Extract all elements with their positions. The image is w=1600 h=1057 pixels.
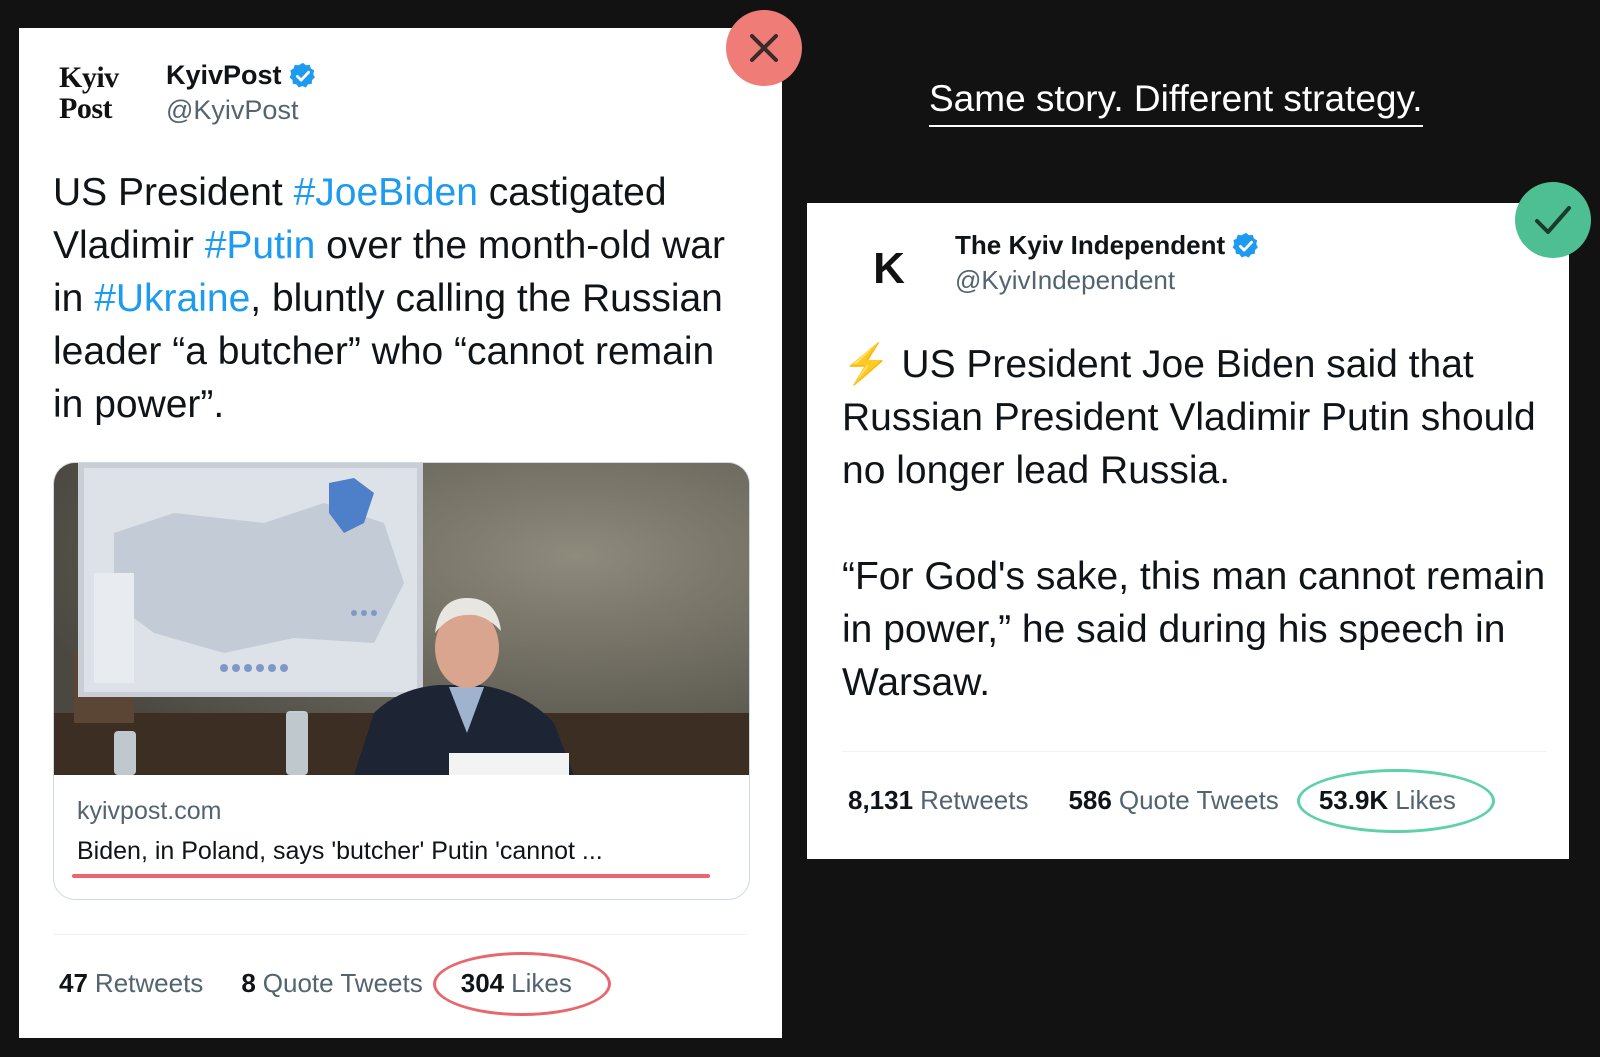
- author-name[interactable]: KyivPost: [166, 60, 282, 91]
- retweets-count: 47: [59, 968, 88, 998]
- quote-tweets-stat[interactable]: 586 Quote Tweets: [1068, 785, 1278, 816]
- kyivpost-avatar[interactable]: Kyiv Post: [59, 62, 147, 124]
- author-block: The Kyiv Independent @KyivIndependent: [955, 230, 1261, 296]
- photo-illustration: [54, 463, 749, 775]
- lightning-emoji-icon: ⚡: [842, 343, 891, 386]
- highlight-underline: [72, 874, 710, 878]
- close-icon: [750, 34, 778, 62]
- engagement-stats: 8,131 Retweets 586 Quote Tweets 53.9K Likes: [848, 769, 1495, 833]
- tweet-paragraph-2: “For God's sake, this man cannot remain …: [842, 555, 1546, 704]
- hashtag-putin[interactable]: #Putin: [205, 224, 316, 267]
- author-handle[interactable]: @KyivIndependent: [955, 265, 1261, 296]
- likes-stat[interactable]: 304 Likes: [432, 952, 611, 1016]
- bad-example-marker: [726, 10, 802, 86]
- quote-tweets-label: Quote Tweets: [262, 968, 423, 998]
- avatar-line-2: Post: [59, 92, 113, 125]
- kyiv-independent-avatar[interactable]: K: [859, 239, 919, 299]
- likes-label: Likes: [511, 968, 572, 998]
- stats-divider: [842, 751, 1547, 752]
- retweets-stat[interactable]: 8,131 Retweets: [848, 785, 1028, 816]
- kyiv-independent-tweet-card[interactable]: K The Kyiv Independent @KyivIndependent …: [807, 203, 1569, 859]
- kyivpost-tweet-card[interactable]: Kyiv Post KyivPost @KyivPost US Presiden…: [19, 28, 782, 1038]
- paragraph-1-text: US President Joe Biden said that Russian…: [842, 343, 1536, 492]
- quote-tweets-count: 586: [1068, 785, 1112, 815]
- check-icon: [1535, 206, 1571, 234]
- hashtag-joebiden[interactable]: #JoeBiden: [294, 171, 478, 214]
- retweets-count: 8,131: [848, 785, 914, 815]
- likes-label: Likes: [1395, 785, 1456, 815]
- tweet-text: ⚡ US President Joe Biden said that Russi…: [842, 338, 1552, 709]
- retweets-label: Retweets: [94, 968, 204, 998]
- hashtag-ukraine[interactable]: #Ukraine: [94, 277, 250, 320]
- tweet-text: US President #JoeBiden castigated Vladim…: [53, 166, 753, 431]
- quote-tweets-stat[interactable]: 8 Quote Tweets: [241, 968, 422, 999]
- avatar-line-1: Kyiv: [59, 61, 119, 94]
- link-meta[interactable]: kyivpost.com Biden, in Poland, says 'but…: [54, 775, 749, 899]
- tweet-paragraph-1: ⚡ US President Joe Biden said that Russi…: [842, 338, 1552, 497]
- likes-count: 53.9K: [1318, 785, 1389, 815]
- stats-divider: [53, 934, 748, 935]
- quote-tweets-label: Quote Tweets: [1118, 785, 1279, 815]
- likes-count: 304: [460, 968, 505, 998]
- link-preview-photo[interactable]: [54, 463, 749, 775]
- good-example-marker: [1515, 182, 1591, 258]
- tweet-text-part: US President: [53, 171, 294, 214]
- likes-stat[interactable]: 53.9K Likes: [1296, 769, 1495, 833]
- retweets-stat[interactable]: 47 Retweets: [59, 968, 203, 999]
- verified-badge-icon: [289, 62, 315, 87]
- engagement-stats: 47 Retweets 8 Quote Tweets 304 Likes: [59, 952, 611, 1016]
- author-name[interactable]: The Kyiv Independent: [955, 230, 1225, 261]
- quote-tweets-count: 8: [241, 968, 256, 998]
- author-block: KyivPost @KyivPost: [166, 60, 318, 126]
- retweets-label: Retweets: [920, 785, 1029, 815]
- link-title: Biden, in Poland, says 'butcher' Putin '…: [77, 837, 603, 865]
- link-preview-card[interactable]: kyivpost.com Biden, in Poland, says 'but…: [53, 462, 750, 900]
- author-handle[interactable]: @KyivPost: [166, 95, 318, 126]
- link-domain: kyivpost.com: [77, 797, 222, 825]
- slide-headline: Same story. Different strategy.: [929, 78, 1423, 127]
- verified-badge-icon: [1232, 232, 1259, 257]
